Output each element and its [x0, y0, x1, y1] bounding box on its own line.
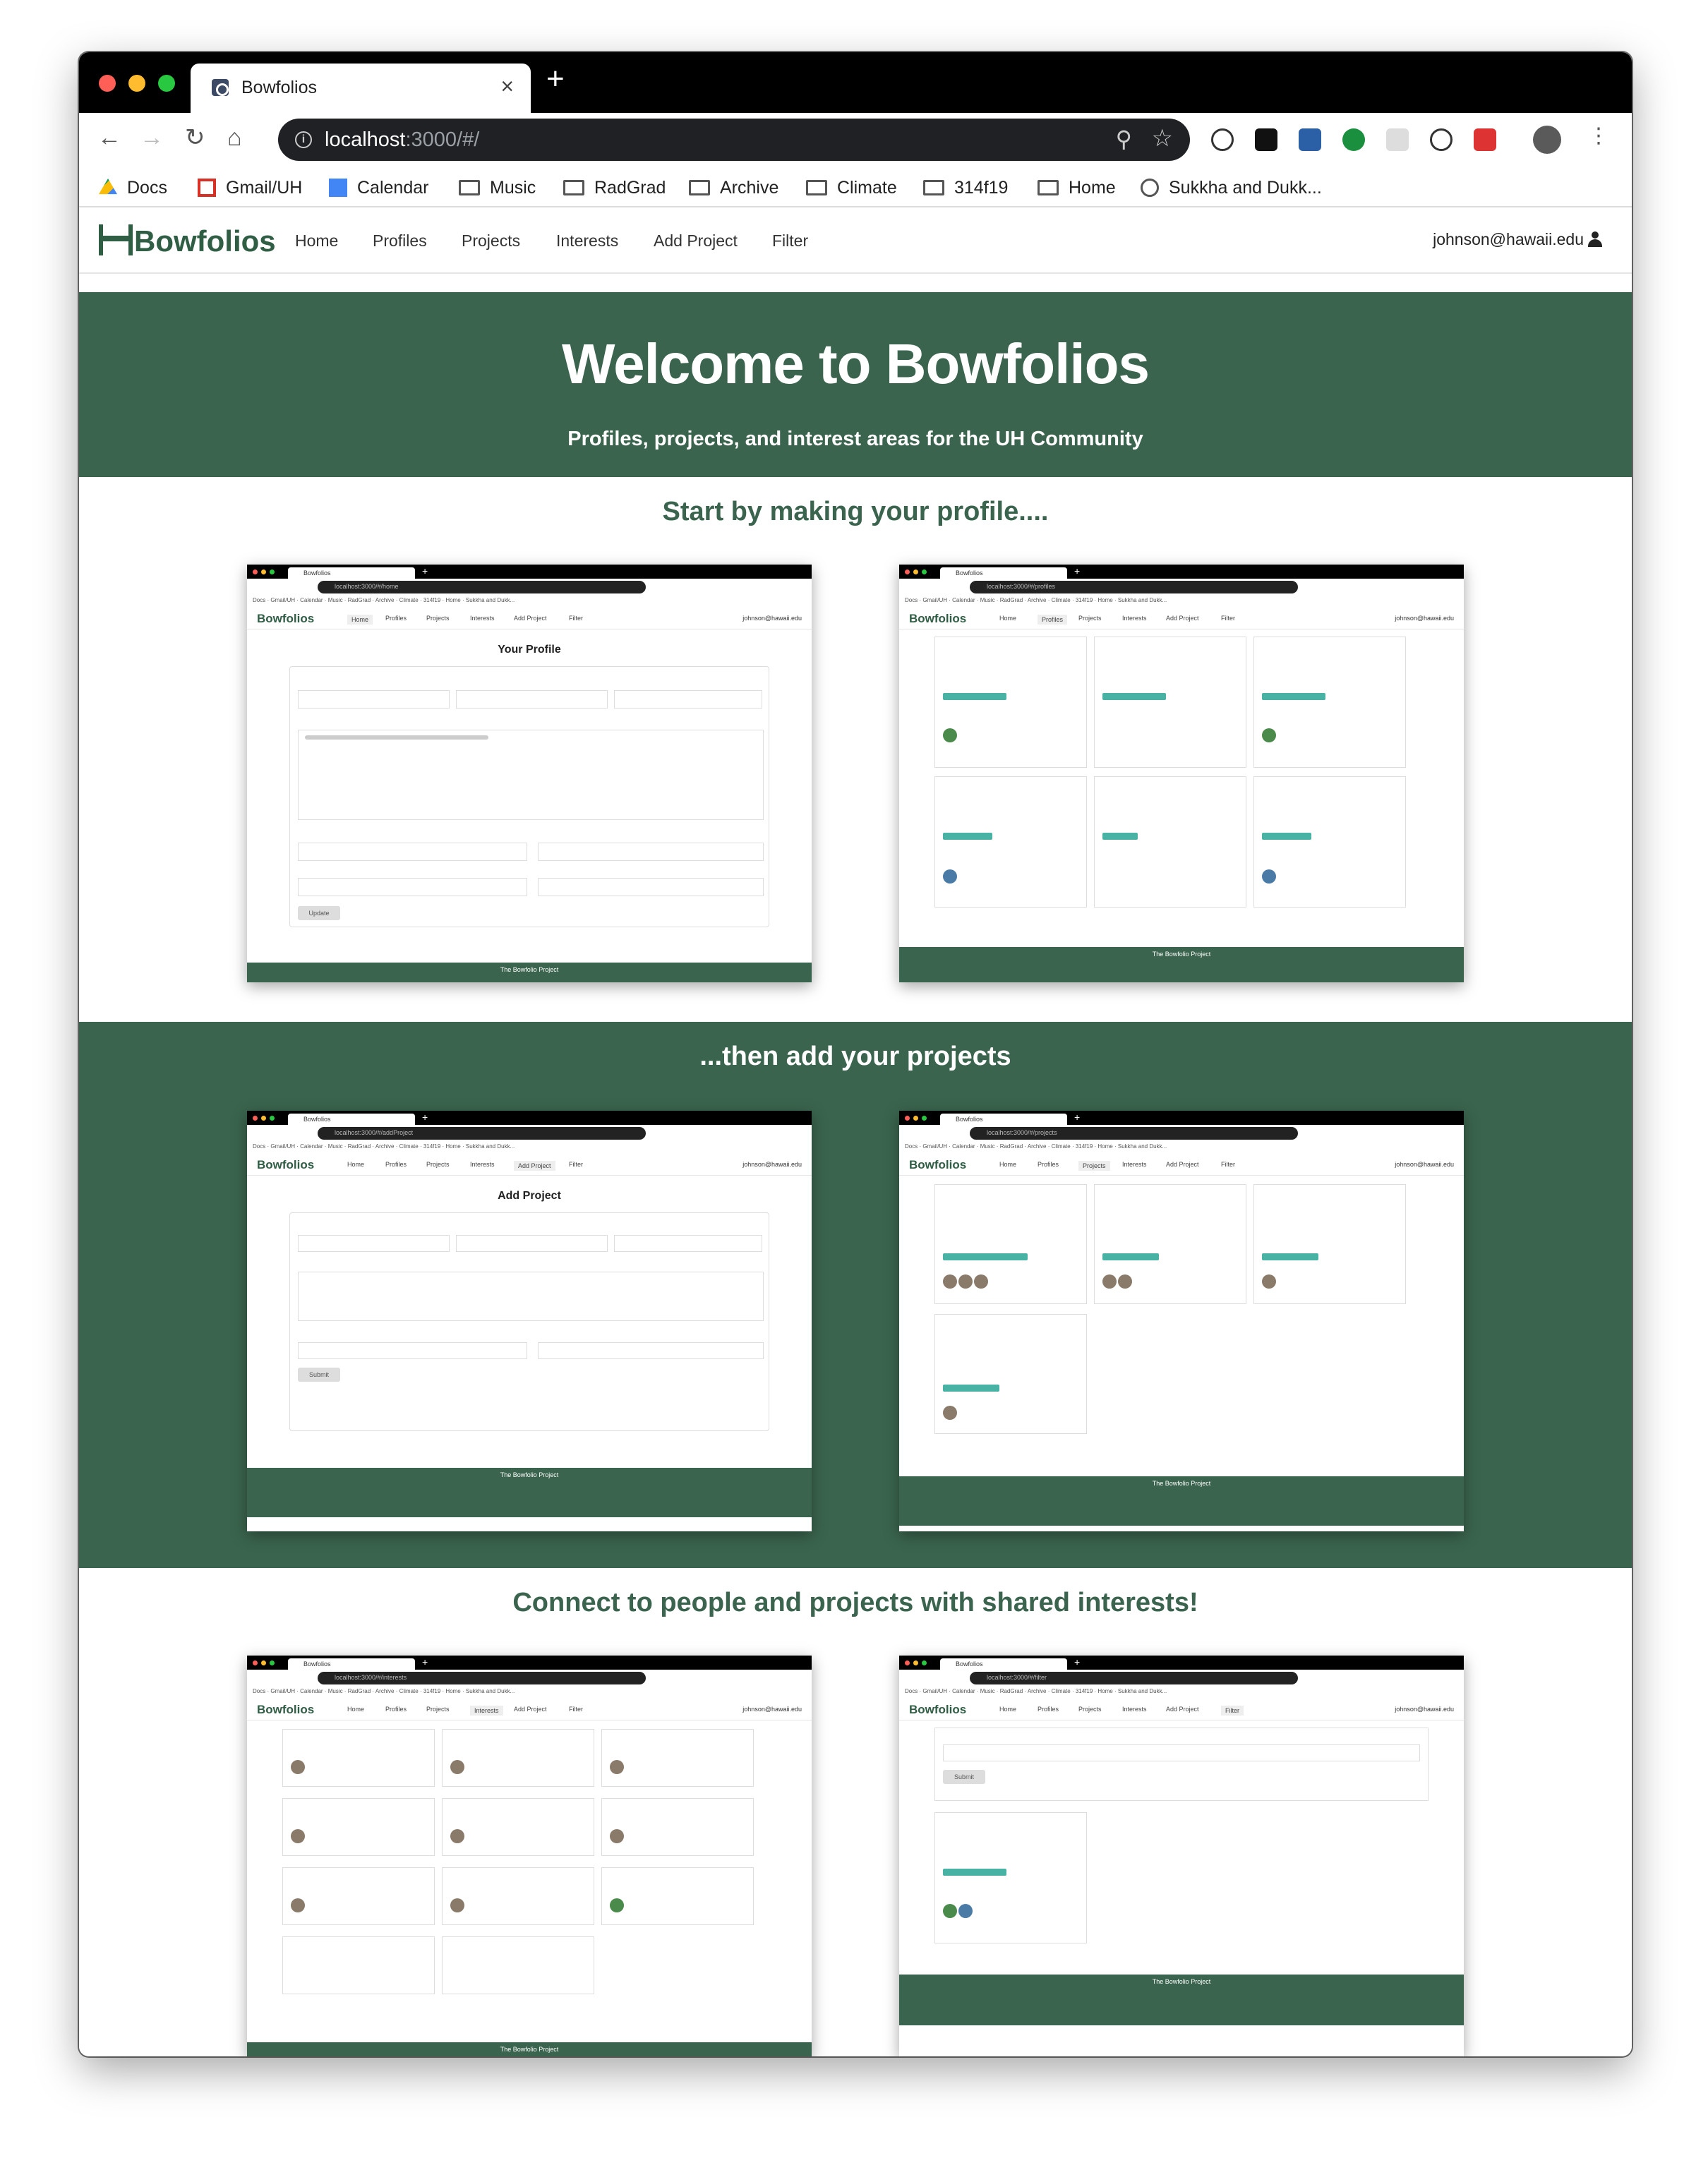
site-navbar: Bowfolios Home Profiles Projects Interes… — [79, 209, 1632, 274]
site-logo[interactable]: Bowfolios — [99, 224, 276, 258]
screenshot-interests: Bowfolios + localhost:3000/#/interests Do… — [247, 1656, 812, 2056]
drive-icon — [99, 179, 117, 195]
folder-icon — [1038, 180, 1059, 195]
section-profile: Start by making your profile.... Bowfoli… — [79, 477, 1632, 1022]
folder-icon — [563, 180, 584, 195]
folder-icon — [689, 180, 710, 195]
calendar-icon — [329, 179, 347, 197]
extension-eyedropper-icon[interactable] — [1342, 128, 1365, 151]
tab-bar: Bowfolios × + — [79, 52, 1632, 113]
browser-window: Bowfolios × + ← → ↻ ⌂ i localhost:3000/#… — [79, 52, 1632, 2056]
nav-interests[interactable]: Interests — [556, 231, 618, 251]
uh-logo-icon — [99, 224, 133, 255]
zoom-window-button[interactable] — [158, 75, 175, 92]
globe-icon — [1141, 179, 1159, 197]
zoom-icon[interactable]: ⚲ — [1116, 126, 1132, 152]
page-content: Bowfolios Home Profiles Projects Interes… — [79, 209, 1632, 2056]
nav-home[interactable]: Home — [295, 231, 338, 251]
bookmark-314f19[interactable]: 314f19 — [923, 178, 1008, 198]
section-title-projects: ...then add your projects — [699, 1042, 1011, 1071]
nav-profiles[interactable]: Profiles — [373, 231, 427, 251]
site-info-icon[interactable]: i — [295, 131, 312, 148]
bookmark-star-icon[interactable]: ☆ — [1152, 124, 1173, 152]
nav-filter[interactable]: Filter — [772, 231, 808, 251]
jetbrains-extension-icon[interactable] — [1255, 128, 1277, 151]
bookmark-home[interactable]: Home — [1038, 178, 1116, 198]
close-window-button[interactable] — [99, 75, 116, 92]
close-tab-icon[interactable]: × — [500, 73, 514, 100]
bowfolios-favicon-icon — [212, 79, 229, 96]
section-connect: Connect to people and projects with shar… — [79, 1568, 1632, 2056]
browser-menu-icon[interactable]: ⋮ — [1588, 126, 1609, 147]
profile-avatar[interactable] — [1533, 126, 1561, 154]
forward-icon[interactable]: → — [140, 126, 164, 150]
extension-blue-icon[interactable] — [1299, 128, 1321, 151]
url-path: :3000/#/ — [405, 128, 480, 151]
home-icon[interactable]: ⌂ — [227, 126, 242, 150]
browser-tab[interactable]: Bowfolios × — [191, 64, 531, 113]
extension-sync-icon[interactable] — [1430, 128, 1453, 151]
nav-projects[interactable]: Projects — [462, 231, 520, 251]
tab-title: Bowfolios — [241, 78, 317, 97]
minimize-window-button[interactable] — [128, 75, 145, 92]
section-projects: ...then add your projects Bowfolios + loc… — [79, 1022, 1632, 1568]
hero-title: Welcome to Bowfolios — [562, 332, 1150, 395]
folder-icon — [459, 180, 480, 195]
extension-info-icon[interactable] — [1211, 128, 1234, 151]
folder-icon — [923, 180, 944, 195]
bookmark-docs[interactable]: Docs — [99, 178, 167, 198]
back-icon[interactable]: ← — [97, 126, 121, 150]
user-menu[interactable]: johnson@hawaii.edu — [1433, 230, 1602, 249]
address-bar[interactable]: i localhost:3000/#/ ⚲ ☆ — [278, 119, 1190, 161]
bookmark-gmail[interactable]: Gmail/UH — [198, 178, 302, 198]
bookmark-calendar[interactable]: Calendar — [329, 178, 428, 198]
section-title-connect: Connect to people and projects with shar… — [512, 1588, 1198, 1617]
screenshot-projects: Bowfolios + localhost:3000/#/projects Doc… — [899, 1111, 1464, 1531]
gmail-icon — [198, 179, 216, 197]
hero-banner: Welcome to Bowfolios Profiles, projects,… — [79, 292, 1632, 477]
bookmark-sukkha[interactable]: Sukkha and Dukk... — [1141, 178, 1322, 198]
bookmark-music[interactable]: Music — [459, 178, 536, 198]
user-icon — [1588, 231, 1602, 247]
bookmarks-bar: Docs Gmail/UH Calendar Music RadGrad Arc… — [79, 169, 1632, 207]
section-title-profile: Start by making your profile.... — [662, 497, 1049, 526]
new-tab-icon[interactable]: + — [546, 64, 565, 95]
screenshot-add-project: Bowfolios + localhost:3000/#/addProject D… — [247, 1111, 812, 1531]
screenshot-profiles: Bowfolios + localhost:3000/#/profiles Doc… — [899, 565, 1464, 982]
url-host: localhost — [325, 128, 406, 151]
extension-red-icon[interactable] — [1474, 128, 1496, 151]
screenshot-filter: Bowfolios + localhost:3000/#/filter Docs … — [899, 1656, 1464, 2056]
browser-toolbar: ← → ↻ ⌂ i localhost:3000/#/ ⚲ ☆ ⋮ — [79, 113, 1632, 169]
hero-subtitle: Profiles, projects, and interest areas f… — [567, 428, 1143, 450]
reload-icon[interactable]: ↻ — [185, 126, 205, 150]
bookmark-climate[interactable]: Climate — [806, 178, 897, 198]
folder-icon — [806, 180, 827, 195]
bookmark-radgrad[interactable]: RadGrad — [563, 178, 666, 198]
extension-page-icon[interactable] — [1386, 128, 1409, 151]
screenshot-your-profile: Bowfolios + localhost:3000/#/home Docs · … — [247, 565, 812, 982]
nav-add-project[interactable]: Add Project — [654, 231, 738, 251]
bookmark-archive[interactable]: Archive — [689, 178, 778, 198]
